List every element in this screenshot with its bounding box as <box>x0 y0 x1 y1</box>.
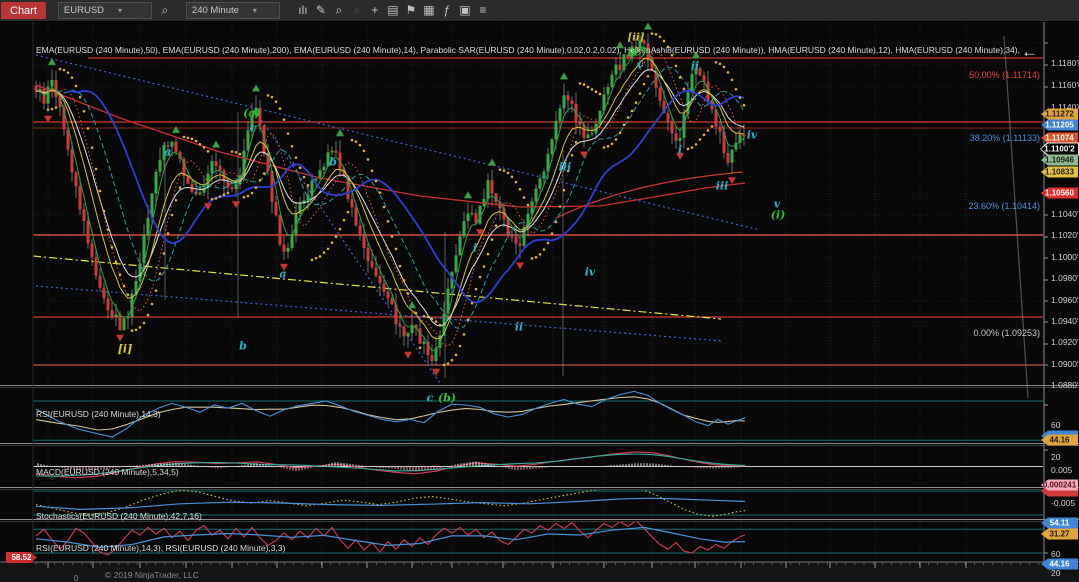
interval-select[interactable]: 240 Minute ▾ <box>186 2 280 19</box>
chevron-down-icon: ▾ <box>118 6 122 15</box>
drawing-tools-icon[interactable]: ✎ <box>312 3 330 18</box>
chart-canvas[interactable]: EMA(EURUSD (240 Minute),50), EMA(EURUSD … <box>0 21 1079 582</box>
alerts-icon[interactable]: ⚑ <box>402 3 420 18</box>
scroll-back-arrow-icon[interactable]: ← <box>1021 43 1038 60</box>
zoom-in-icon[interactable]: ⌕ <box>330 3 348 18</box>
data-series-icon[interactable]: ▤ <box>384 3 402 18</box>
tab-chart[interactable]: Chart <box>1 2 46 19</box>
toolbar-icons: ılı✎⌕⌕+▤⚑▦ƒ▣≡ <box>294 3 492 18</box>
instrument-label: EURUSD <box>64 5 104 16</box>
zoom-out-icon[interactable]: ⌕ <box>348 3 366 18</box>
data-box-icon[interactable]: ▣ <box>456 3 474 18</box>
search-icon[interactable]: ⌕ <box>156 3 174 18</box>
interval-label: 240 Minute <box>192 5 239 16</box>
properties-icon[interactable]: ≡ <box>474 3 492 18</box>
crosshair-icon[interactable]: + <box>366 3 384 18</box>
instrument-select[interactable]: EURUSD ▾ <box>58 2 152 19</box>
chart-trader-icon[interactable]: ▦ <box>420 3 438 18</box>
ninjatrader-chart-window: Chart EURUSD ▾ ⌕ 240 Minute ▾ ılı✎⌕⌕+▤⚑▦… <box>0 0 1079 582</box>
indicators-icon[interactable]: ƒ <box>438 3 456 18</box>
chart-style-icon[interactable]: ılı <box>294 3 312 18</box>
toolbar: Chart EURUSD ▾ ⌕ 240 Minute ▾ ılı✎⌕⌕+▤⚑▦… <box>0 0 1079 22</box>
chevron-down-icon: ▾ <box>253 6 257 15</box>
